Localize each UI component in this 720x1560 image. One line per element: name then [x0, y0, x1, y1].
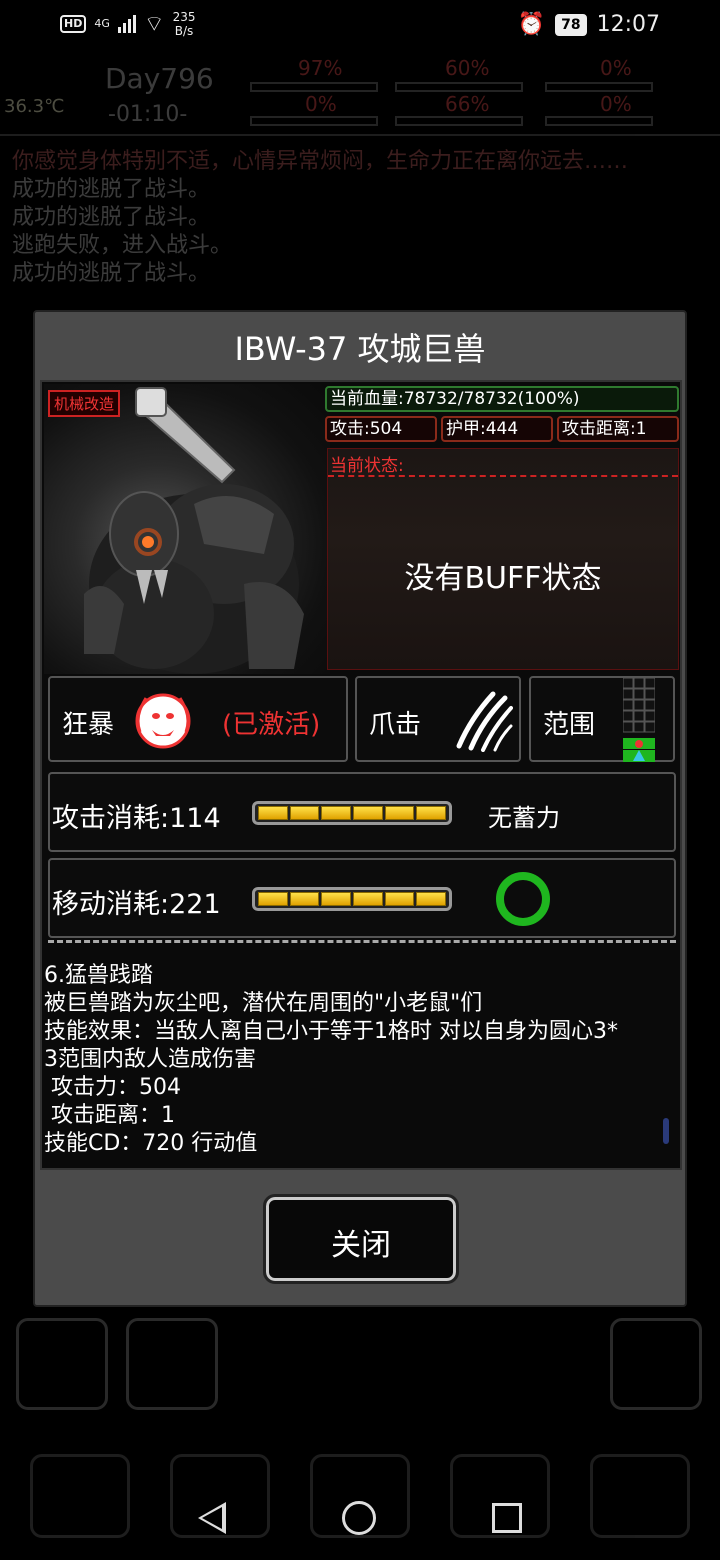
home-icon[interactable] [342, 1501, 376, 1535]
attack-stat: 攻击:504 [325, 416, 437, 442]
stat-bar [250, 116, 378, 126]
rage-active-state: (已激活) [222, 710, 321, 740]
stat-bar [395, 82, 523, 92]
monster-portrait: 机械改造 [44, 384, 330, 674]
stat-bar [395, 116, 523, 126]
log-line: 成功的逃脱了战斗。 [12, 205, 211, 230]
attack-cost-label: 攻击消耗:114 [52, 803, 221, 834]
attack-charge-bar [252, 801, 452, 825]
mech-tag: 机械改造 [48, 390, 121, 417]
rage-label: 狂暴 [62, 710, 115, 740]
alarm-icon: ⏰ [517, 12, 546, 37]
divider [48, 940, 676, 943]
divider [328, 475, 678, 477]
log-line: 你感觉身体特别不适，心情异常烦闷，生命力正在离你远去…… [12, 149, 629, 174]
navigation-bar [0, 1476, 720, 1560]
claw-skill[interactable]: 爪击 [355, 676, 521, 762]
stat-pct-b: 60% [445, 56, 490, 80]
game-clock: -01:10- [108, 102, 188, 127]
dialog-content: 机械改造 当前血量:78732/78732(100%) 攻击:504 护甲:44… [40, 380, 682, 1170]
action-icon [16, 1318, 108, 1410]
status-right: ⏰ 78 12:07 [518, 12, 660, 37]
battery-icon: 78 [555, 13, 587, 36]
close-label: 关闭 [331, 1228, 391, 1263]
recent-apps-icon[interactable] [492, 1503, 522, 1533]
log-line: 逃跑失败，进入战斗。 [12, 233, 233, 258]
armor-stat: 护甲:444 [441, 416, 553, 442]
stat-pct-f: 0% [600, 92, 632, 116]
move-cost-label: 移动消耗:221 [52, 889, 221, 920]
background-hud: Day796 -01:10- 36.3℃ 97% 60% 0% 0% 66% 0… [0, 56, 720, 136]
signal-icon [117, 15, 136, 33]
net-speed: 235 B/s [172, 10, 196, 38]
day-counter: Day796 [105, 62, 214, 95]
hd-icon: HD [60, 15, 87, 33]
hp-bar: 当前血量:78732/78732(100%) [325, 386, 679, 412]
rage-face-icon [135, 693, 191, 749]
stat-pct-c: 0% [600, 56, 632, 80]
temperature: 36.3℃ [4, 96, 65, 117]
network-type: 4G [94, 17, 110, 30]
skill-description: 6.猛兽践踏 被巨兽踏为灰尘吧，潜伏在周围的"小老鼠"们 技能效果：当敌人离自己… [44, 963, 618, 1156]
stat-bar [250, 82, 378, 92]
claw-icon [456, 691, 513, 752]
status-left: HD 4G ⌔ 235 B/s [60, 10, 195, 38]
clock: 12:07 [596, 12, 660, 37]
dialog-title: IBW-37 攻城巨兽 [234, 330, 486, 368]
stat-bar [545, 116, 653, 126]
range-label: 范围 [543, 710, 596, 740]
stat-bar [545, 82, 653, 92]
stat-pct-e: 66% [445, 92, 490, 116]
close-button[interactable]: 关闭 [263, 1194, 459, 1284]
monster-info-dialog: IBW-37 攻城巨兽 机械改造 当前血量:78732/78732(100%) … [33, 310, 687, 1307]
mech-beast-image [84, 387, 304, 674]
attack-cost-panel: 攻击消耗:114 无蓄力 [48, 772, 676, 852]
no-buff-text: 没有BUFF状态 [404, 561, 602, 596]
log-line: 成功的逃脱了战斗。 [12, 261, 211, 286]
message-log: 你感觉身体特别不适，心情异常烦闷，生命力正在离你远去…… 成功的逃脱了战斗。 成… [12, 148, 628, 288]
back-icon[interactable] [198, 1502, 226, 1534]
scrollbar[interactable] [663, 1118, 669, 1144]
stat-pct-a: 97% [298, 56, 343, 80]
rage-skill[interactable]: 狂暴 (已激活) [48, 676, 348, 762]
status-bar: HD 4G ⌔ 235 B/s ⏰ 78 12:07 [0, 0, 720, 56]
move-charge-bar [252, 887, 452, 911]
loading-ring-icon [496, 872, 550, 926]
current-status-panel: 当前状态: 没有BUFF状态 [327, 448, 679, 670]
attack-charge-note: 无蓄力 [488, 804, 560, 832]
stat-pct-d: 0% [305, 92, 337, 116]
status-header: 当前状态: [330, 456, 404, 476]
claw-label: 爪击 [369, 710, 422, 740]
move-pad-icon [610, 1318, 702, 1410]
range-stat: 攻击距离:1 [557, 416, 679, 442]
log-line: 成功的逃脱了战斗。 [12, 177, 211, 202]
walk-icon [126, 1318, 218, 1410]
wifi-icon: ⌔ [143, 12, 165, 37]
range-grid-icon [623, 678, 655, 762]
move-cost-panel: 移动消耗:221 [48, 858, 676, 938]
range-skill[interactable]: 范围 [529, 676, 675, 762]
